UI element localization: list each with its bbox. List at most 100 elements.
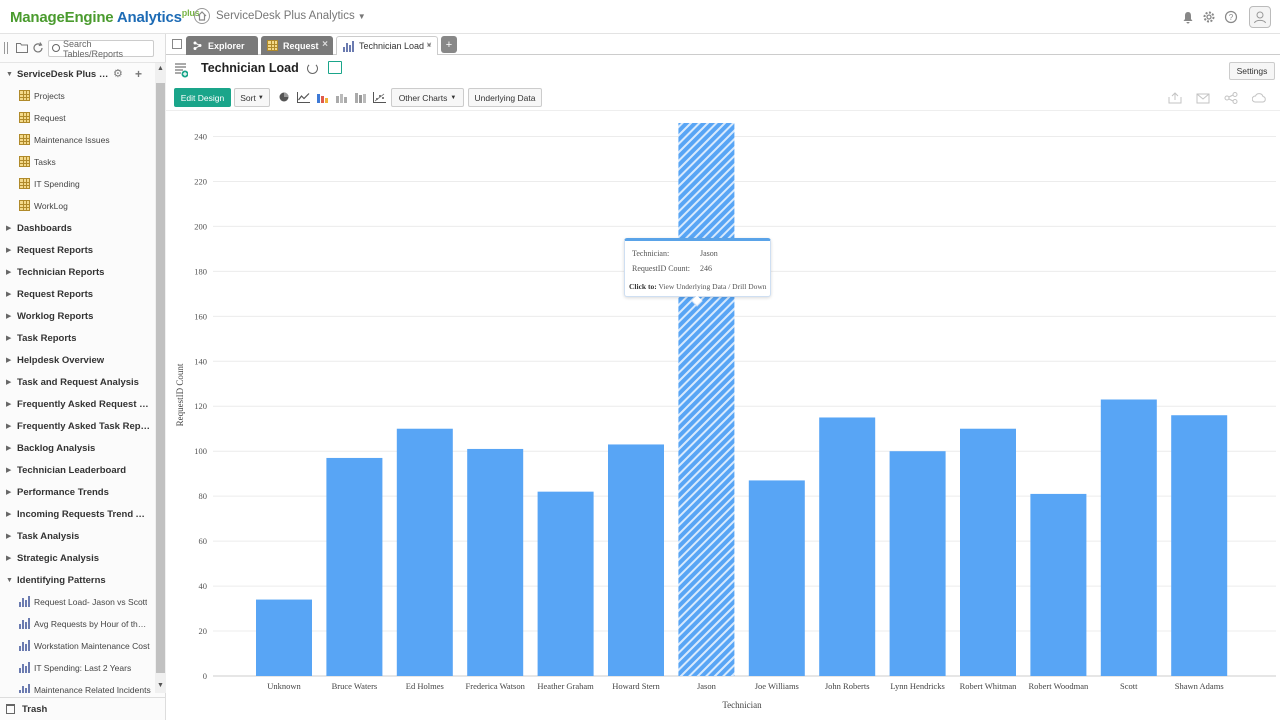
sidebar-folder-frequently-asked-request-re[interactable]: ▶ Frequently Asked Request Re... [0,393,155,415]
new-tab-button[interactable]: + [441,36,457,53]
collapse-handle-icon[interactable] [4,42,8,54]
sidebar-folder-task-and-request-analysis[interactable]: ▶ Task and Request Analysis [0,371,155,393]
sidebar-table-projects[interactable]: Projects [0,85,155,107]
sidebar-table-tasks[interactable]: Tasks [0,151,155,173]
tab-request[interactable]: Request × [261,36,333,55]
sidebar-folder-frequently-asked-task-reports[interactable]: ▶ Frequently Asked Task Reports [0,415,155,437]
bar-bruce-waters[interactable] [326,457,383,676]
settings-circle-icon[interactable]: ⚙ [113,67,123,80]
close-icon[interactable]: × [322,39,328,50]
sidebar-folder-identifying-patterns[interactable]: ▼ Identifying Patterns [0,569,155,591]
bar-howard-stern[interactable] [608,444,664,676]
collapse-arrow-icon[interactable]: ▶ [6,466,11,474]
tooltip-click-text[interactable]: View Underlying Data / Drill Down [658,282,766,291]
collapse-arrow-icon[interactable]: ▶ [6,532,11,540]
collapse-arrow-icon[interactable]: ▶ [6,224,11,232]
export-icon[interactable] [1168,92,1182,104]
sidebar-table-it-spending[interactable]: IT Spending [0,173,155,195]
tab-explorer[interactable]: Explorer [186,36,258,55]
publish-icon[interactable] [1252,92,1266,104]
collapse-arrow-icon[interactable]: ▶ [6,356,11,364]
underlying-data-button[interactable]: Underlying Data [468,88,542,107]
sort-button[interactable]: Sort ▼ [234,88,270,107]
gear-icon[interactable] [1201,9,1217,25]
bar-jason[interactable] [678,122,735,676]
sidebar-folder-request-reports[interactable]: ▶ Request Reports [0,283,155,305]
refresh-icon[interactable] [32,42,44,54]
home-icon[interactable] [194,8,210,24]
workspace-selector[interactable]: ServiceDesk Plus Analytics ▼ [216,10,366,22]
other-charts-button[interactable]: Other Charts ▼ [391,88,464,107]
bar-robert-whitman[interactable] [960,428,1016,676]
bar-scott[interactable] [1100,399,1157,676]
collapse-arrow-icon[interactable]: ▶ [6,290,11,298]
collapse-arrow-icon[interactable]: ▶ [6,312,11,320]
collapse-arrow-icon[interactable]: ▶ [6,378,11,386]
sidebar-root-workspace[interactable]: ▼ ServiceDesk Plus Da... ⚙ + [0,63,155,85]
expand-arrow-icon[interactable]: ▼ [6,71,13,78]
sidebar-folder-strategic-analysis[interactable]: ▶ Strategic Analysis [0,547,155,569]
add-report-icon[interactable] [174,62,188,78]
sidebar-folder-task-reports[interactable]: ▶ Task Reports [0,327,155,349]
pie-chart-icon[interactable] [277,90,291,104]
bar-shawn-adams[interactable] [1171,415,1228,676]
scroll-down-icon[interactable]: ▼ [157,682,164,689]
bar-chart-icon[interactable] [315,90,329,104]
bar-ed-holmes[interactable] [396,428,453,676]
tooltip-click-hint[interactable]: Click to: View Underlying Data / Drill D… [629,282,767,291]
app-logo[interactable]: ManageEngine Analyticsplus [10,8,200,26]
sidebar-folder-task-analysis[interactable]: ▶ Task Analysis [0,525,155,547]
bar-lynn-hendricks[interactable] [889,451,946,676]
sidebar-table-maintenance-issues[interactable]: Maintenance Issues [0,129,155,151]
horizontal-bar-icon[interactable] [353,90,367,104]
settings-button[interactable]: Settings [1229,62,1275,80]
refresh-icon[interactable] [307,63,318,74]
collapse-arrow-icon[interactable]: ▶ [6,268,11,276]
collapse-arrow-icon[interactable]: ▶ [6,488,11,496]
collapse-arrow-icon[interactable]: ▶ [6,444,11,452]
scroll-up-icon[interactable]: ▲ [157,65,164,72]
bar-unknown[interactable] [256,599,312,676]
sidebar-scrollbar[interactable]: ▲ ▼ [155,63,166,693]
folder-icon[interactable] [16,42,28,54]
help-icon[interactable]: ? [1223,9,1239,25]
scrollbar-thumb[interactable] [156,83,165,673]
sidebar-table-worklog[interactable]: WorkLog [0,195,155,217]
line-chart-icon[interactable] [296,90,310,104]
bar-john-roberts[interactable] [819,417,876,676]
mail-icon[interactable] [1196,92,1210,104]
collapse-arrow-icon[interactable]: ▶ [6,334,11,342]
sidebar-folder-performance-trends[interactable]: ▶ Performance Trends [0,481,155,503]
add-to-dashboard-icon[interactable] [328,61,342,74]
sidebar-folder-incoming-requests-trend-an[interactable]: ▶ Incoming Requests Trend An... [0,503,155,525]
sidebar-folder-helpdesk-overview[interactable]: ▶ Helpdesk Overview [0,349,155,371]
sidebar-folder-worklog-reports[interactable]: ▶ Worklog Reports [0,305,155,327]
sidebar-report-it-spending-last-2-years[interactable]: IT Spending: Last 2 Years [0,657,155,679]
expand-arrow-icon[interactable]: ▼ [6,577,13,584]
collapse-arrow-icon[interactable]: ▶ [6,246,11,254]
share-icon[interactable] [1224,92,1238,104]
bar-heather-graham[interactable] [537,491,594,676]
stacked-bar-icon[interactable] [334,90,348,104]
sidebar-report-maintenance-related-incidents[interactable]: Maintenance Related Incidents [0,679,155,693]
add-icon[interactable]: + [135,67,142,81]
trash-item[interactable]: Trash [0,697,166,720]
tab-technician-load[interactable]: Technician Load ▼ × [336,36,438,55]
sidebar-report-workstation-maintenance-cost[interactable]: Workstation Maintenance Cost [0,635,155,657]
sidebar-report-avg-requests-by-hour-of-the[interactable]: Avg Requests by Hour of the ... [0,613,155,635]
sidebar-report-request-load-jason-vs-scott[interactable]: Request Load- Jason vs Scott [0,591,155,613]
collapse-arrow-icon[interactable]: ▶ [6,554,11,562]
sidebar-folder-technician-leaderboard[interactable]: ▶ Technician Leaderboard [0,459,155,481]
sidebar-search-input[interactable]: Search Tables/Reports [48,39,154,59]
bell-icon[interactable] [1180,9,1196,25]
collapse-arrow-icon[interactable]: ▶ [6,400,11,408]
edit-design-button[interactable]: Edit Design [174,88,231,107]
bar-joe-williams[interactable] [748,480,805,676]
sidebar-folder-dashboards[interactable]: ▶ Dashboards [0,217,155,239]
bar-frederica-watson[interactable] [467,448,524,676]
collapse-arrow-icon[interactable]: ▶ [6,422,11,430]
collapse-arrow-icon[interactable]: ▶ [6,510,11,518]
bar-robert-woodman[interactable] [1030,493,1087,676]
sidebar-folder-backlog-analysis[interactable]: ▶ Backlog Analysis [0,437,155,459]
user-avatar[interactable] [1249,6,1271,28]
